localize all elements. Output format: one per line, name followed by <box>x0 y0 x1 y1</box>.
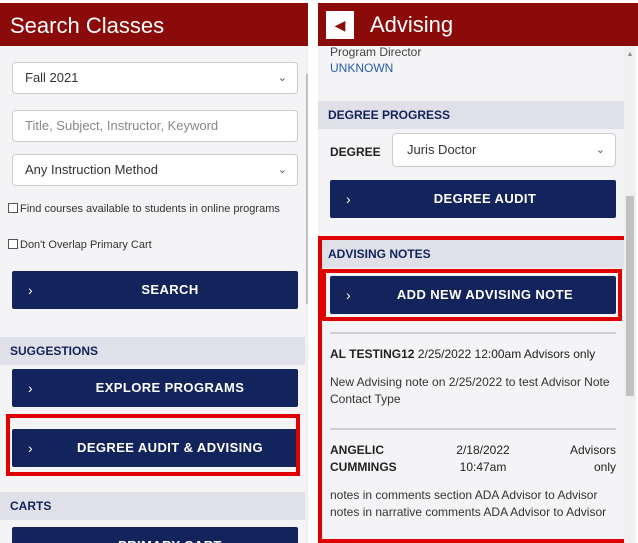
suggestions-header: SUGGESTIONS <box>0 337 305 365</box>
degree-audit-label: DEGREE AUDIT <box>433 191 537 206</box>
overlap-checkbox-row[interactable]: Don't Overlap Primary Cart <box>8 238 152 252</box>
scroll-up-icon[interactable]: ▲ <box>626 51 634 58</box>
overlap-label: Don't Overlap Primary Cart <box>20 239 152 251</box>
primary-cart-label: PRIMARY CART <box>12 527 298 543</box>
search-button-label: SEARCH <box>141 282 199 297</box>
explore-programs-button[interactable]: › EXPLORE PROGRAMS <box>12 369 298 407</box>
note-author: AL TESTING12 <box>330 347 415 361</box>
search-button[interactable]: › SEARCH <box>12 271 298 309</box>
keyword-search-placeholder: Title, Subject, Instructor, Keyword <box>25 118 219 133</box>
degree-label: DEGREE <box>330 145 381 159</box>
search-classes-panel: Search Classes Fall 2021 ⌄ Title, Subjec… <box>0 0 308 543</box>
advising-header: ◀ Advising <box>318 0 638 46</box>
degree-audit-button[interactable]: › DEGREE AUDIT <box>330 180 616 218</box>
online-programs-checkbox[interactable] <box>8 203 18 213</box>
note-author: ANGELIC CUMMINGS <box>330 443 397 474</box>
instruction-method-select[interactable]: Any Instruction Method ⌄ <box>12 154 298 186</box>
primary-cart-button[interactable]: › PRIMARY CART <box>12 527 298 543</box>
degree-progress-header: DEGREE PROGRESS <box>318 101 624 129</box>
note-body: New Advising note on 2/25/2022 to test A… <box>330 375 610 406</box>
degree-select-value: Juris Doctor <box>407 142 477 157</box>
carts-header: CARTS <box>0 492 305 520</box>
program-director-label: Program Director <box>330 45 422 59</box>
highlight-box <box>322 269 622 321</box>
scroll-up-icon[interactable]: ▲ <box>306 51 308 58</box>
note-separator <box>330 428 616 430</box>
right-scrollbar-thumb[interactable] <box>626 196 634 396</box>
note-date: 2/25/2022 12:00am <box>417 347 522 361</box>
term-select-value: Fall 2021 <box>25 70 79 85</box>
program-director-value: UNKNOWN <box>330 61 394 75</box>
note-header: AL TESTING12 2/25/2022 12:00am Advisors … <box>330 347 595 361</box>
online-programs-checkbox-row[interactable]: Find courses available to students in on… <box>8 202 280 216</box>
panel-title: Advising <box>370 12 454 37</box>
note-separator <box>330 332 616 334</box>
instruction-method-value: Any Instruction Method <box>25 162 158 177</box>
chevron-down-icon: ⌄ <box>277 164 287 176</box>
term-select[interactable]: Fall 2021 ⌄ <box>12 62 298 94</box>
chevron-down-icon: ⌄ <box>595 144 605 156</box>
right-scrollbar[interactable]: ▲ <box>624 46 636 543</box>
back-arrow-icon[interactable]: ◀ <box>326 11 354 39</box>
highlight-box <box>6 414 300 476</box>
note-visibility: Advisors only <box>523 347 596 361</box>
online-programs-label: Find courses available to students in on… <box>20 203 280 215</box>
explore-programs-label: EXPLORE PROGRAMS <box>95 380 245 395</box>
note-date: 2/18/2022 10:47am <box>456 443 510 474</box>
overlap-checkbox[interactable] <box>8 239 18 249</box>
degree-select[interactable]: Juris Doctor ⌄ <box>392 133 616 167</box>
panel-title: Search Classes <box>10 13 165 38</box>
keyword-search-input[interactable]: Title, Subject, Instructor, Keyword <box>12 110 298 142</box>
chevron-down-icon: ⌄ <box>277 72 287 84</box>
note-visibility: Advisors only <box>569 443 616 474</box>
left-scrollbar-thumb[interactable] <box>306 74 308 304</box>
search-classes-header: Search Classes <box>0 0 308 46</box>
note-body: notes in comments section ADA Advisor to… <box>330 488 607 519</box>
left-scrollbar[interactable]: ▲ <box>305 46 308 543</box>
advising-panel: ◀ Advising Program Director UNKNOWN DEGR… <box>318 0 638 543</box>
